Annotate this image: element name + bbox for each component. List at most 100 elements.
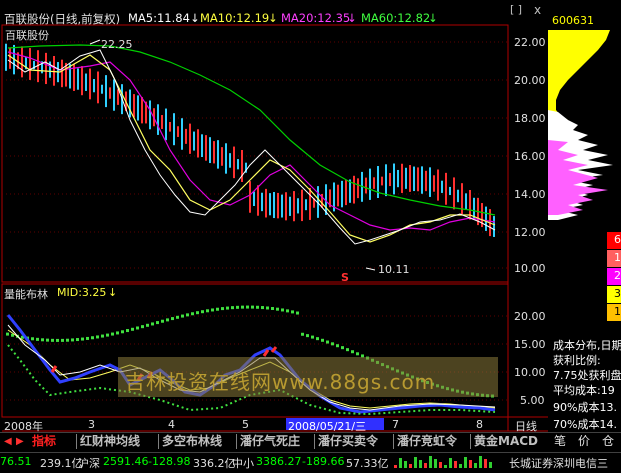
boll-upper-dot [121, 330, 124, 334]
svg-text:5.00: 5.00 [520, 394, 545, 407]
ma10-arrow: ↓ [268, 11, 278, 25]
price-pane-frame [1, 24, 509, 283]
mini-bar [429, 456, 432, 468]
cost-date-label: 成本分布,日期 [553, 339, 621, 352]
legend-label-3: 2 [614, 269, 621, 282]
boll-upper-dot [61, 338, 64, 342]
boll-upper-dot [211, 308, 214, 312]
shsz-change: -128.98 [148, 455, 191, 468]
profit-at-label: 7.75处获利盘 [553, 369, 621, 382]
svg-text:10.00: 10.00 [514, 262, 546, 275]
tab-pan-rainbow[interactable]: 潘仔竞虹令 [397, 433, 457, 450]
chart-canvas[interactable]: 22.25 10.11 S 22.00 20.00 18.00 16.00 14… [0, 0, 621, 472]
boll-upper-dot [136, 326, 139, 330]
boll-upper-dot [256, 305, 259, 309]
ma5-value: MA5:11.84 [128, 11, 190, 25]
tab-scroll-left-icon[interactable]: ◀ [4, 436, 12, 447]
boll-upper-dot [96, 335, 99, 339]
boll-upper-dot [356, 352, 359, 356]
tab-pan-qisizhuang[interactable]: 潘仔气死庄 [240, 433, 300, 450]
boll-upper-dot [301, 332, 304, 336]
ma60-value: MA60:12.82 [361, 11, 431, 25]
boll-upper-dot [166, 318, 169, 322]
mini-bar [474, 463, 477, 468]
boll-upper-dot [196, 311, 199, 315]
boll-upper-dot [206, 309, 209, 313]
ma10-value: MA10:12.19 [200, 11, 270, 25]
svg-text:12.00: 12.00 [514, 226, 546, 239]
boll-upper-dot [36, 337, 39, 341]
boll-upper-dot [331, 342, 334, 346]
boll-upper-dot [126, 329, 129, 333]
boll-upper-dot [336, 344, 339, 348]
boll-upper-dot [231, 306, 234, 310]
boll-upper-dot [246, 305, 249, 309]
candlesticks [5, 43, 495, 237]
boll-upper-dot [141, 325, 144, 329]
tab-long-short-boll[interactable]: 多空布林线 [162, 433, 222, 450]
mini-bar [439, 462, 442, 468]
maximize-icon[interactable]: [ ] [510, 3, 522, 16]
mini-bar [399, 458, 402, 468]
svg-text:20.00: 20.00 [514, 74, 546, 87]
boll-upper-dot [86, 336, 89, 340]
sme-label: 中小 [232, 457, 254, 470]
boll-upper-dot [186, 313, 189, 317]
boll-upper-dot [81, 337, 84, 341]
mini-bar [479, 456, 482, 468]
button-jia[interactable]: 价 [578, 433, 590, 450]
boll-upper-dot [286, 309, 289, 313]
boll-upper-dot [31, 337, 34, 341]
boll-upper-dot [111, 332, 114, 336]
boll-upper-dot [146, 323, 149, 327]
tab-gold-macd[interactable]: 黄金MACD [474, 433, 538, 450]
boll-upper-dot [101, 334, 104, 338]
stock-title: 百联股份(日线,前复权) [4, 12, 121, 26]
indicator-name[interactable]: 量能布林 [4, 286, 48, 302]
profit-ratio-label: 获利比例: [553, 354, 601, 367]
tab-scroll-right-icon[interactable]: ▶ [16, 436, 24, 447]
svg-text:14.00: 14.00 [514, 188, 546, 201]
ma5-arrow: ↓ [190, 11, 200, 25]
boll-upper-dot [306, 334, 309, 338]
indicator-arrow: ↓ [108, 286, 118, 299]
boll-upper-dot [56, 338, 59, 342]
mini-bar [394, 465, 397, 468]
boll-upper-dot [326, 340, 329, 344]
tab-red-fortune-ma[interactable]: 红财神均线 [80, 433, 140, 450]
boll-upper-dot [266, 306, 269, 310]
price-pane-name: 百联股份 [5, 29, 49, 42]
svg-text:22.00: 22.00 [514, 36, 546, 49]
boll-upper-dot [276, 307, 279, 311]
low-label: 10.11 [378, 263, 410, 276]
button-cang[interactable]: 仓 [602, 433, 614, 450]
svg-text:10.00: 10.00 [514, 366, 546, 379]
close-icon[interactable]: x [534, 3, 541, 17]
boll-upper-dot [171, 317, 174, 321]
mini-bar [449, 458, 452, 468]
boll-upper-dot [151, 322, 154, 326]
mini-bar [444, 465, 447, 468]
boll-upper-dot [321, 338, 324, 342]
tab-pan-buy-sell[interactable]: 潘仔买卖令 [318, 433, 378, 450]
xaxis-label-3: 3 [88, 418, 95, 431]
boll-upper-dot [156, 321, 159, 325]
boll-upper-dot [241, 305, 244, 309]
boll-upper-dot [271, 307, 274, 311]
mini-bar [469, 460, 472, 468]
svg-text:18.00: 18.00 [514, 112, 546, 125]
xaxis-label-8: 8 [476, 418, 483, 431]
market-mini-bars [392, 455, 502, 469]
svg-text:16.00: 16.00 [514, 150, 546, 163]
button-bi[interactable]: 笔 [554, 433, 566, 450]
boll-upper-dot [226, 306, 229, 310]
mini-bar [459, 464, 462, 468]
mini-bar [434, 459, 437, 468]
boll-upper-dot [176, 315, 179, 319]
boll-upper-dot [6, 332, 9, 336]
index1-volume: 239.1亿 [40, 457, 83, 470]
tab-indicator[interactable]: 指标 [32, 433, 57, 450]
shsz-value: 2591.46 [103, 455, 149, 468]
cost70-label: 70%成本14. [553, 418, 617, 431]
sme-volume: 57.33亿 [346, 457, 389, 470]
